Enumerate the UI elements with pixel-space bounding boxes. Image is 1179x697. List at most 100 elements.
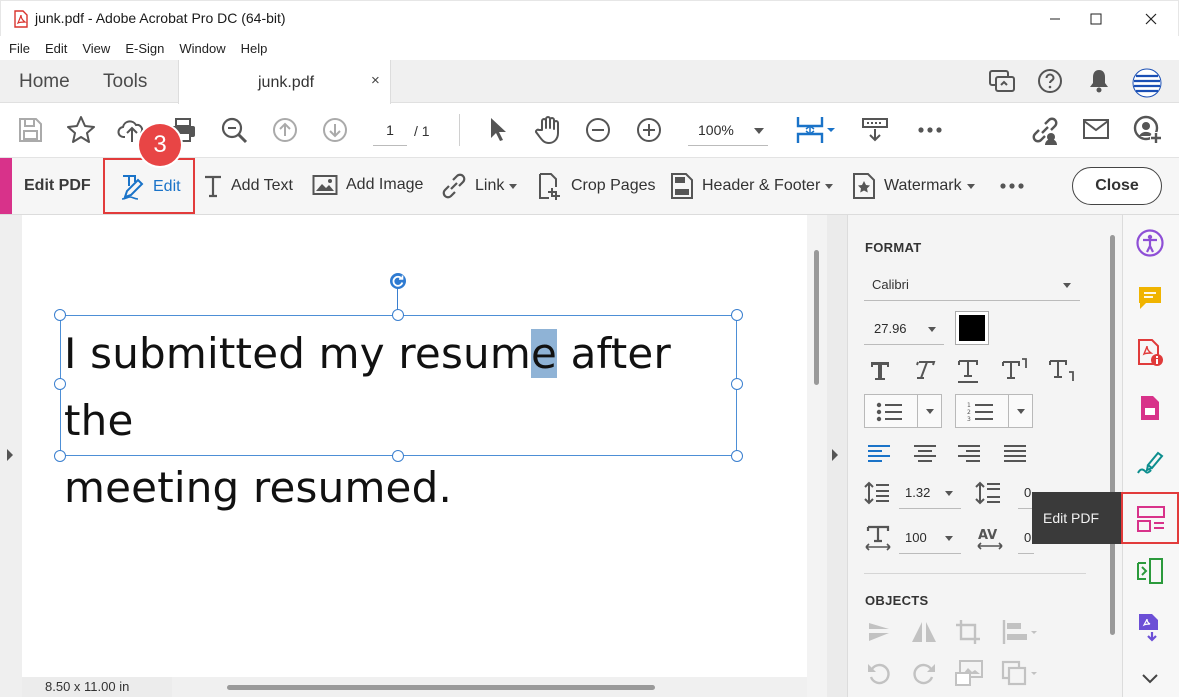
menu-file[interactable]: File: [9, 41, 30, 56]
menu-esign[interactable]: E-Sign: [125, 41, 164, 56]
hand-tool-icon[interactable]: [533, 115, 563, 145]
line-spacing-select[interactable]: 1.32: [899, 479, 961, 509]
vertical-scroll-thumb[interactable]: [814, 250, 819, 385]
watermark-button[interactable]: Watermark: [852, 172, 975, 200]
edit-pdf-rail-button[interactable]: [1121, 492, 1179, 544]
format-panel-scrollbar[interactable]: [1110, 235, 1115, 635]
text-style-italic-icon[interactable]: [912, 358, 936, 382]
replace-image-icon[interactable]: [954, 659, 984, 687]
next-page-icon[interactable]: [322, 117, 348, 143]
chevron-down-icon: [945, 491, 953, 496]
help-icon[interactable]: [1037, 68, 1063, 94]
text-selection: e: [530, 329, 558, 378]
pdf-info-icon[interactable]: [1136, 338, 1164, 368]
close-tab-button[interactable]: ×: [371, 72, 380, 89]
chevron-down-icon: [928, 327, 936, 332]
font-family-select[interactable]: Calibri: [864, 271, 1080, 301]
align-right-icon[interactable]: [957, 444, 981, 462]
font-size-select[interactable]: 27.96: [864, 315, 944, 345]
numbered-list-select[interactable]: 123: [955, 394, 1033, 428]
organize-pages-icon[interactable]: [1136, 394, 1164, 422]
menu-bar: File Edit View E-Sign Window Help: [0, 36, 1179, 60]
tab-home[interactable]: Home: [19, 71, 70, 93]
fit-page-icon[interactable]: [795, 114, 839, 146]
crop-pages-label: Crop Pages: [571, 177, 656, 194]
chevron-down-icon: [1063, 283, 1071, 288]
document-vertical-scrollbar[interactable]: [807, 215, 827, 697]
zoom-in-icon[interactable]: [636, 117, 662, 143]
text-style-superscript-icon[interactable]: [1001, 356, 1029, 382]
previous-page-icon[interactable]: [272, 117, 298, 143]
compare-files-icon[interactable]: [1136, 557, 1164, 585]
text-color-swatch[interactable]: [955, 311, 989, 345]
bookmark-star-icon[interactable]: [66, 115, 96, 145]
edit-button[interactable]: Edit: [103, 158, 195, 214]
text-t-icon: [205, 175, 221, 198]
maximize-button[interactable]: [1078, 6, 1114, 32]
rotate-left-icon[interactable]: [866, 660, 892, 686]
comment-icon[interactable]: [1136, 284, 1164, 312]
horizontal-scroll-thumb[interactable]: [227, 685, 655, 690]
accessibility-icon[interactable]: [1136, 229, 1164, 257]
step-number-badge: 3: [139, 124, 181, 166]
arrange-objects-icon[interactable]: [1001, 660, 1041, 686]
align-left-icon[interactable]: [867, 444, 891, 462]
close-window-button[interactable]: [1133, 6, 1169, 32]
text-style-bold-icon[interactable]: [868, 358, 892, 382]
add-user-icon[interactable]: [1133, 115, 1163, 145]
more-edit-tools-icon[interactable]: [999, 182, 1025, 190]
more-tools-icon[interactable]: [917, 126, 943, 134]
crop-image-icon[interactable]: [955, 619, 981, 645]
email-icon[interactable]: [1082, 118, 1110, 140]
link-button[interactable]: Link: [441, 173, 518, 199]
expand-left-panel-icon[interactable]: [6, 449, 14, 461]
share-link-icon[interactable]: [1030, 115, 1060, 145]
document-text[interactable]: I submitted my resume after the meeting …: [64, 320, 744, 521]
tab-document[interactable]: junk.pdf ×: [178, 60, 391, 104]
collapse-right-panel-icon[interactable]: [831, 449, 839, 461]
share-screen-icon[interactable]: [988, 68, 1016, 94]
export-pdf-icon[interactable]: [1136, 612, 1164, 642]
fill-sign-icon[interactable]: [1136, 449, 1166, 477]
text-style-underline-icon[interactable]: [956, 358, 980, 384]
align-center-icon[interactable]: [913, 444, 937, 462]
menu-help[interactable]: Help: [241, 41, 268, 56]
minimize-button[interactable]: [1037, 6, 1073, 32]
close-tool-button[interactable]: Close: [1072, 167, 1162, 205]
zoom-level-select[interactable]: 100%: [688, 116, 768, 146]
window-title: junk.pdf - Adobe Acrobat Pro DC (64-bit): [35, 10, 286, 26]
text-style-subscript-icon[interactable]: [1048, 358, 1076, 384]
add-image-button[interactable]: Add Image: [312, 173, 423, 197]
flip-horizontal-triangle-icon[interactable]: [867, 620, 891, 644]
menu-view[interactable]: View: [82, 41, 110, 56]
font-size-value: 27.96: [874, 321, 907, 336]
add-text-button[interactable]: Add Text: [203, 173, 293, 199]
edit-pdf-icon: [1137, 506, 1165, 532]
rotate-handle[interactable]: [390, 273, 406, 289]
save-icon[interactable]: [16, 116, 44, 144]
page-number-input[interactable]: 1: [373, 116, 407, 146]
align-objects-icon[interactable]: [1001, 619, 1041, 645]
header-footer-button[interactable]: Header & Footer: [670, 172, 834, 200]
flip-vertical-icon[interactable]: [910, 620, 938, 644]
tab-tools[interactable]: Tools: [103, 71, 147, 93]
menu-edit[interactable]: Edit: [45, 41, 67, 56]
header-footer-icon: [671, 173, 693, 199]
menu-window[interactable]: Window: [179, 41, 225, 56]
notifications-bell-icon[interactable]: [1088, 68, 1110, 94]
select-cursor-icon[interactable]: [486, 116, 510, 144]
page-total: / 1: [414, 123, 430, 139]
horizontal-scale-select[interactable]: 100: [899, 524, 961, 554]
search-zoom-icon[interactable]: [220, 116, 248, 144]
rotate-right-icon[interactable]: [911, 660, 937, 686]
align-justify-icon[interactable]: [1003, 444, 1027, 462]
crop-pages-button[interactable]: Crop Pages: [537, 172, 656, 200]
scroll-mode-icon[interactable]: [861, 116, 889, 144]
title-bar: junk.pdf - Adobe Acrobat Pro DC (64-bit): [0, 0, 1179, 36]
chevron-down-icon: [1017, 409, 1025, 414]
format-panel: FORMAT Calibri 27.96 123 1.32 0 100 AV 0…: [847, 215, 1122, 697]
bulleted-list-select[interactable]: [864, 394, 942, 428]
user-avatar-icon[interactable]: [1132, 68, 1162, 98]
chevron-down-icon[interactable]: [1142, 674, 1158, 684]
zoom-out-icon[interactable]: [585, 117, 611, 143]
